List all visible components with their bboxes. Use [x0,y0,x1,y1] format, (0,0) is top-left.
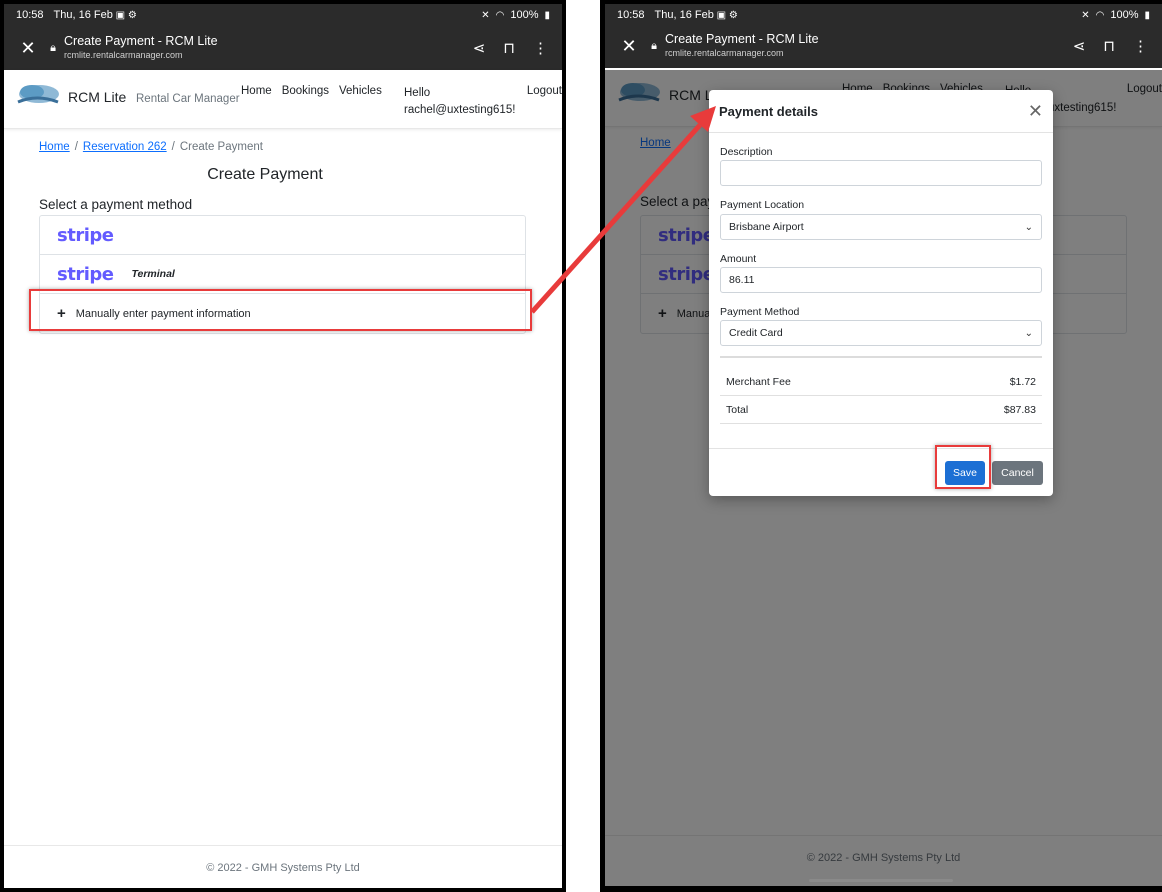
arrow-line [530,123,702,314]
annotation-arrow [530,106,716,314]
